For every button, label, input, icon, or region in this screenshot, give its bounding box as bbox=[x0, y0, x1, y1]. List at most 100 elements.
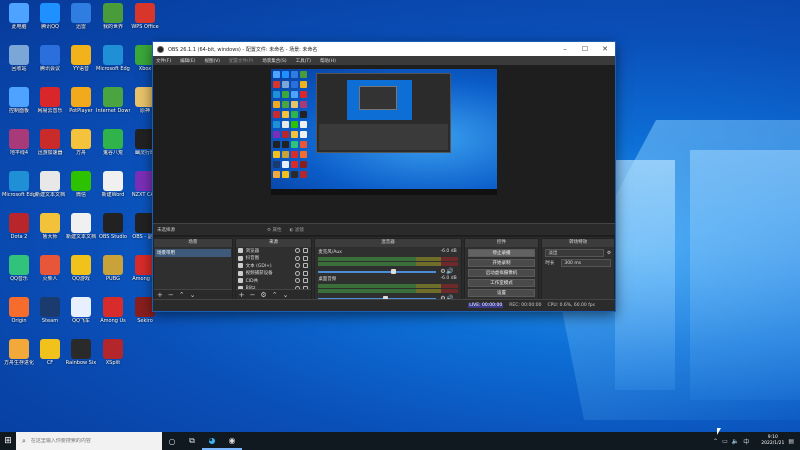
title-bar[interactable]: OBS 26.1.1 (64-bit, windows) - 配置文件: 未命名… bbox=[153, 42, 615, 56]
move-up-icon[interactable]: ⌃ bbox=[179, 291, 185, 299]
desktop-icon[interactable]: QQ游戏 bbox=[64, 255, 98, 299]
menu-edit[interactable]: 编辑(E) bbox=[180, 58, 195, 64]
desktop-icon[interactable]: XSplit bbox=[96, 339, 130, 383]
desktop-icon[interactable]: 新建文本文档 bbox=[64, 213, 98, 257]
lock-icon[interactable] bbox=[303, 248, 309, 254]
desktop-icon[interactable]: 鬼谷八荒 bbox=[96, 129, 130, 173]
move-down-icon[interactable]: ⌄ bbox=[190, 291, 196, 299]
desktop-icon[interactable]: 我的世界 bbox=[96, 3, 130, 47]
source-item[interactable]: 抖音图 bbox=[236, 255, 312, 263]
desktop-icon[interactable]: 方舟 bbox=[64, 129, 98, 173]
desktop-icon[interactable]: QQ飞车 bbox=[64, 297, 98, 341]
menu-help[interactable]: 帮助(H) bbox=[320, 58, 336, 64]
add-icon[interactable]: + bbox=[157, 291, 163, 299]
desktop-icon[interactable]: 新建文本文档 bbox=[33, 171, 67, 215]
source-item[interactable]: 视频捕获设备 bbox=[236, 270, 312, 278]
desktop-icon[interactable]: 新建Word bbox=[96, 171, 130, 215]
desktop-icon[interactable]: 方舟生存进化 bbox=[2, 339, 36, 383]
windows-start-icon[interactable]: ⊞ bbox=[0, 432, 16, 450]
desktop-icon[interactable]: Internet Download bbox=[96, 87, 130, 131]
desktop-icon[interactable]: 迅游加速器 bbox=[33, 129, 67, 173]
desktop-icon[interactable]: 地平线4 bbox=[2, 129, 36, 173]
desktop-icon[interactable]: PUBG bbox=[96, 255, 130, 299]
desktop-icon[interactable]: 回收站 bbox=[2, 45, 36, 89]
chevron-up-icon[interactable]: ⌃ bbox=[713, 438, 718, 445]
task-view-icon[interactable]: ⧉ bbox=[182, 432, 202, 450]
volume-icon[interactable]: 🔈 bbox=[732, 438, 739, 445]
desktop-icon[interactable]: 控制面板 bbox=[2, 87, 36, 131]
desktop-icon[interactable]: PotPlayer bbox=[64, 87, 98, 131]
obs-window[interactable]: OBS 26.1.1 (64-bit, windows) - 配置文件: 未命名… bbox=[152, 41, 616, 312]
source-item[interactable]: 文本 (GDI+) bbox=[236, 262, 312, 270]
preview-area[interactable]: 未选择源 ⚙ 属性 ◐ 滤镜 bbox=[153, 65, 615, 237]
desktop-icon[interactable]: Steam bbox=[33, 297, 67, 341]
desktop-icon[interactable]: YY语音 bbox=[64, 45, 98, 89]
preview-canvas[interactable] bbox=[271, 69, 497, 195]
eye-icon[interactable] bbox=[295, 248, 301, 254]
desktop-icon[interactable]: CF bbox=[33, 339, 67, 383]
duration-input[interactable]: 300 ms bbox=[561, 259, 611, 267]
lock-icon[interactable] bbox=[303, 263, 309, 269]
cortana-icon[interactable]: ○ bbox=[162, 432, 182, 450]
virtual-camera-button[interactable]: 启动虚拟摄像机 bbox=[467, 269, 536, 277]
studio-mode-button[interactable]: 工作室模式 bbox=[467, 279, 536, 287]
gear-icon[interactable]: ⚙ bbox=[260, 291, 266, 299]
settings-button[interactable]: 设置 bbox=[467, 289, 536, 297]
add-icon[interactable]: + bbox=[239, 291, 245, 299]
desktop-icon[interactable]: 鲁大师 bbox=[33, 213, 67, 257]
desktop-icon[interactable]: Dota 2 bbox=[2, 213, 36, 257]
eye-icon[interactable] bbox=[295, 278, 301, 284]
preview-icon bbox=[291, 171, 298, 178]
desktop-icon[interactable]: Microsoft Edge bbox=[96, 45, 130, 89]
desktop-icon[interactable]: Origin bbox=[2, 297, 36, 341]
properties-button[interactable]: ⚙ 属性 bbox=[267, 227, 281, 233]
gear-icon[interactable]: ⚙ bbox=[607, 251, 611, 256]
stop-streaming-button[interactable]: 停止录播 bbox=[467, 249, 536, 257]
source-item[interactable]: CID共 bbox=[236, 277, 312, 285]
eye-icon[interactable] bbox=[295, 255, 301, 261]
close-button[interactable]: ✕ bbox=[595, 45, 615, 53]
search-input[interactable] bbox=[30, 438, 151, 444]
desktop-icon[interactable]: Among Us bbox=[96, 297, 130, 341]
maximize-button[interactable]: ☐ bbox=[575, 45, 595, 53]
move-down-icon[interactable]: ⌄ bbox=[283, 291, 289, 299]
menu-file[interactable]: 文件(F) bbox=[156, 58, 171, 64]
eye-icon[interactable] bbox=[295, 270, 301, 276]
menu-profile[interactable]: 配置文件(P) bbox=[229, 58, 253, 64]
remove-icon[interactable]: − bbox=[250, 291, 256, 299]
lock-icon[interactable] bbox=[303, 255, 309, 261]
network-icon[interactable]: ▭ bbox=[722, 438, 728, 445]
clock[interactable]: 9:10 2022/1/21 bbox=[761, 435, 784, 447]
menu-scene-collection[interactable]: 场景集合(S) bbox=[262, 58, 286, 64]
app-icon bbox=[40, 171, 60, 191]
desktop-icon[interactable]: 腾讯QQ bbox=[33, 3, 67, 47]
desktop-icon[interactable]: 火柴人 bbox=[33, 255, 67, 299]
eye-icon[interactable] bbox=[295, 263, 301, 269]
desktop-icon[interactable]: QQ音乐 bbox=[2, 255, 36, 299]
start-recording-button[interactable]: 开始录制 bbox=[467, 259, 536, 267]
transition-select[interactable]: 淡出 bbox=[545, 249, 604, 257]
remove-icon[interactable]: − bbox=[168, 291, 174, 299]
desktop-icon[interactable]: 此电脑 bbox=[2, 3, 36, 47]
desktop-icon[interactable]: 微信 bbox=[64, 171, 98, 215]
search-box[interactable]: ⌕ bbox=[16, 432, 162, 450]
lock-icon[interactable] bbox=[303, 278, 309, 284]
desktop-icon[interactable]: Rainbow Six bbox=[64, 339, 98, 383]
move-up-icon[interactable]: ⌃ bbox=[272, 291, 278, 299]
menu-tools[interactable]: 工具(T) bbox=[296, 58, 311, 64]
lock-icon[interactable] bbox=[303, 270, 309, 276]
minimize-button[interactable]: – bbox=[555, 45, 575, 53]
obs-taskbar-icon[interactable]: ◉ bbox=[222, 432, 242, 450]
desktop-icon[interactable]: 腾讯会议 bbox=[33, 45, 67, 89]
scene-item[interactable]: 场景带用 bbox=[155, 249, 231, 257]
menu-view[interactable]: 视图(V) bbox=[204, 58, 220, 64]
ime-icon[interactable]: 中 bbox=[743, 437, 749, 446]
source-item[interactable]: 浏览器 bbox=[236, 247, 312, 255]
notification-icon[interactable]: ▤ bbox=[788, 438, 794, 445]
desktop-icon[interactable]: 网易云音乐 bbox=[33, 87, 67, 131]
desktop-icon[interactable]: 迅雷 bbox=[64, 3, 98, 47]
filters-button[interactable]: ◐ 滤镜 bbox=[289, 227, 303, 233]
desktop-icon[interactable]: OBS Studio bbox=[96, 213, 130, 257]
desktop-icon[interactable]: Microsoft Edge bbox=[2, 171, 36, 215]
edge-taskbar-icon[interactable]: ◕ bbox=[202, 432, 222, 450]
